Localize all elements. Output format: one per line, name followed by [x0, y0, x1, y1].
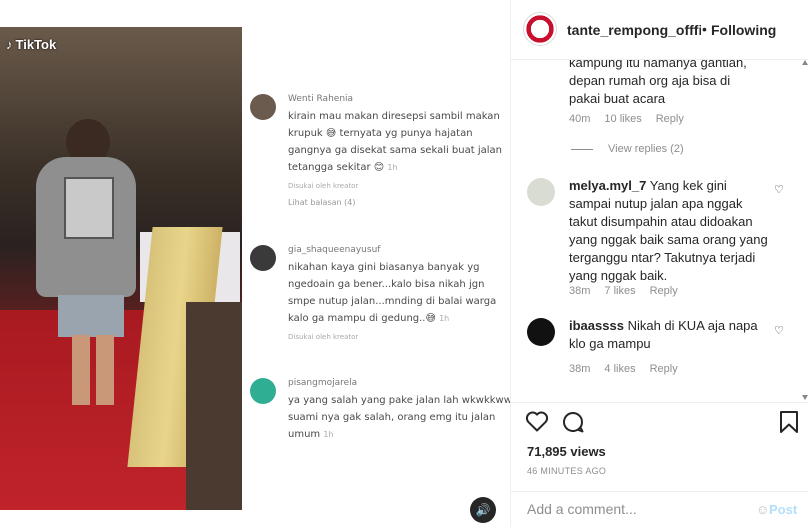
scrollbar[interactable] [800, 60, 808, 402]
comment-time: 38m [569, 285, 591, 297]
tiktok-logo-icon: ♪ [6, 37, 13, 52]
video-person-shirt-print [64, 177, 114, 239]
post-media[interactable]: ♪ TikTok Wenti Rahenia kirain mau makan d… [0, 0, 510, 527]
avatar[interactable] [527, 178, 555, 206]
post-button[interactable]: Post [769, 502, 797, 517]
video-person-leg [96, 335, 114, 405]
screenshot-comment-user: Wenti Rahenia [288, 94, 354, 104]
comment-input[interactable] [527, 501, 747, 517]
avatar [250, 378, 276, 404]
avatar [250, 94, 276, 120]
video-person-shorts [58, 295, 124, 337]
view-replies-line [571, 149, 593, 150]
avatar[interactable] [523, 12, 557, 46]
speaker-icon: 🔊 [475, 503, 491, 517]
post-actions [511, 404, 808, 446]
screenshot-comment-user: gia_shaqueenayusuf [288, 245, 381, 255]
comment-likes[interactable]: 10 likes [604, 113, 641, 125]
comment-text: kampung itu namanya gantian, depan rumah… [569, 60, 747, 106]
heart-icon[interactable]: ♡ [774, 324, 784, 337]
video-person-leg [72, 335, 90, 405]
smiley-icon[interactable]: ☺ [756, 502, 769, 517]
comment-time: 40m [569, 113, 591, 125]
view-replies-button[interactable]: View replies (2) [608, 143, 684, 155]
comment-username[interactable]: melya.myl_7 [569, 178, 646, 193]
post-author-username[interactable]: tante_rempong_offficial [567, 22, 701, 38]
comment-likes[interactable]: 7 likes [604, 285, 635, 297]
comment-meta: 38m 4 likes Reply [569, 363, 692, 375]
comment-likes[interactable]: 4 likes [604, 363, 635, 375]
add-comment-bar: ☺ Post [511, 491, 808, 528]
screenshot-comment-text: nikahan kaya gini biasanya banyak yg nge… [288, 262, 497, 324]
reply-button[interactable]: Reply [650, 285, 678, 297]
view-replies-link: Lihat balasan (4) [288, 198, 356, 207]
separator-dot: • [702, 21, 707, 37]
comment-meta: 40m 10 likes Reply [569, 113, 698, 125]
video-chair [186, 302, 242, 510]
comment-time: 38m [569, 363, 591, 375]
reply-button[interactable]: Reply [656, 113, 684, 125]
heart-icon[interactable]: ♡ [774, 183, 784, 196]
reply-button[interactable]: Reply [650, 363, 678, 375]
heart-icon[interactable] [525, 410, 549, 439]
avatar [250, 245, 276, 271]
scroll-up-icon[interactable] [802, 60, 808, 65]
avatar[interactable] [527, 318, 555, 346]
post-sidebar: tante_rempong_offficial • Following kamp… [510, 0, 808, 527]
tiktok-watermark: ♪ TikTok [6, 37, 57, 52]
video-frame[interactable] [0, 27, 242, 510]
comment-username[interactable]: ibaassss [569, 318, 624, 333]
comment-text: Yang kek gini sampai nutup jalan apa ngg… [569, 178, 768, 283]
liked-by-creator: Disukai oleh kreator [288, 333, 359, 341]
scroll-down-icon[interactable] [802, 395, 808, 400]
comments-list[interactable]: kampung itu namanya gantian, depan rumah… [511, 60, 808, 403]
screenshot-comment-user: pisangmojarela [288, 378, 358, 388]
sound-toggle-button[interactable]: 🔊 [470, 497, 496, 523]
liked-by-creator: Disukai oleh kreator [288, 182, 359, 190]
comment-meta: 38m 7 likes Reply [569, 285, 692, 297]
post-timestamp[interactable]: 46 MINUTES AGO [527, 466, 606, 476]
screenshot-comment-text: kirain mau makan diresepsi sambil makan … [288, 111, 502, 173]
comment: melya.myl_7 Yang kek gini sampai nutup j… [569, 177, 769, 285]
following-button[interactable]: Following [711, 22, 776, 38]
screenshot-comments: Wenti Rahenia kirain mau makan diresepsi… [242, 80, 510, 460]
comment: ibaassss Nikah di KUA aja napa klo ga ma… [569, 317, 769, 353]
comment-bubble-icon[interactable] [561, 410, 585, 441]
post-header: tante_rempong_offficial • Following [511, 0, 808, 60]
view-count[interactable]: 71,895 views [527, 444, 606, 459]
bookmark-icon[interactable] [779, 410, 799, 441]
screenshot-comment-text: ya yang salah yang pake jalan lah wkwkkw… [288, 395, 510, 440]
